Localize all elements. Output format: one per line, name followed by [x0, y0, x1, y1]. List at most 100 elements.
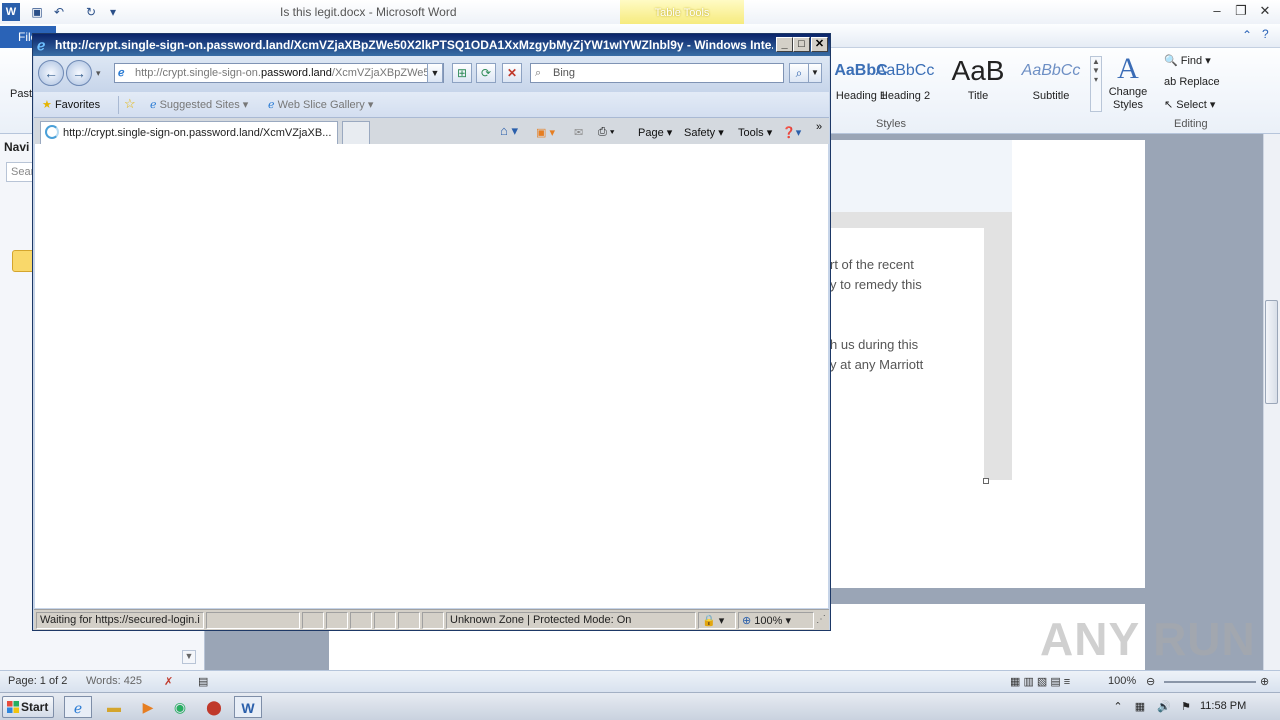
web-slice-gallery-link[interactable]: ℯ Web Slice Gallery ▾	[268, 98, 373, 111]
forward-button[interactable]: →	[66, 60, 92, 86]
suggested-sites-icon: ℯ	[150, 99, 157, 111]
favorites-star-icon: ★	[42, 99, 52, 111]
change-styles-label: Change Styles	[1108, 86, 1148, 111]
zoom-in-button[interactable]: ⊕	[1260, 675, 1269, 688]
address-bar[interactable]: ℯ http://crypt.single-sign-on.password.l…	[114, 63, 444, 83]
ie-tab-row: http://crypt.single-sign-on.password.lan…	[34, 118, 829, 144]
clock[interactable]: 11:58 PM	[1200, 700, 1246, 712]
style-subtitle[interactable]: AaBbCc Subtitle	[1014, 56, 1088, 108]
start-label: Start	[21, 700, 49, 714]
new-tab-button[interactable]	[342, 121, 370, 144]
add-to-favorites-icon[interactable]: ☆	[124, 96, 136, 112]
word-close-button[interactable]: ✕	[1254, 2, 1276, 20]
ie-page-content[interactable]	[35, 144, 828, 608]
style-heading-2[interactable]: AaBbCc Heading 2	[868, 56, 942, 108]
search-input[interactable]: ⌕ Bing	[530, 63, 784, 83]
doc-line-3: h us during this	[830, 337, 919, 352]
word-app-icon[interactable]: W	[2, 3, 20, 21]
word-count[interactable]: Words: 425	[86, 675, 142, 687]
word-titlebar: W ▣ ↶ ↻ ▾ Is this legit.docx - Microsoft…	[0, 0, 1280, 30]
back-button[interactable]: ←	[38, 60, 64, 86]
replace-label: Replace	[1179, 76, 1220, 88]
tools-menu[interactable]: Tools ▾	[738, 126, 772, 139]
more-commands-icon[interactable]: »	[816, 121, 822, 133]
page-menu-label: Page	[638, 127, 664, 139]
search-button[interactable]: ⌕	[789, 63, 809, 83]
doc-banner	[830, 140, 1012, 212]
nav-pane-title: Navi	[4, 140, 30, 154]
home-icon[interactable]: ⌂ ▾	[500, 123, 518, 139]
style-title[interactable]: AaB Title	[941, 56, 1015, 108]
ie-titlebar[interactable]: ℯ http://crypt.single-sign-on.password.l…	[33, 34, 830, 56]
select-button[interactable]: ↖ Select ▾	[1164, 98, 1215, 111]
undo-icon[interactable]: ↶	[50, 3, 68, 21]
protected-mode-icon[interactable]: 🔒 ▾	[698, 612, 736, 629]
favorites-label: Favorites	[54, 99, 101, 111]
word-taskbar-icon[interactable]: W	[234, 696, 262, 718]
ie-tab-active[interactable]: http://crypt.single-sign-on.password.lan…	[40, 121, 338, 144]
ribbon-collapse-icon[interactable]: ⌃	[1242, 28, 1252, 42]
styles-group-label: Styles	[876, 118, 906, 130]
anyrun-watermark: ANY RUN	[1040, 613, 1256, 665]
select-label: Select	[1176, 99, 1207, 111]
chrome-taskbar-icon[interactable]: ◉	[166, 696, 194, 718]
address-dropdown[interactable]: ▼	[427, 63, 443, 83]
help-icon[interactable]: ?	[1262, 27, 1269, 41]
media-player-taskbar-icon[interactable]: ▶	[134, 696, 162, 718]
ie-close-button[interactable]: ✕	[811, 37, 828, 52]
address-domain: password.land	[260, 67, 332, 79]
compatibility-view-button[interactable]: ⊞	[452, 63, 472, 83]
favorites-button[interactable]: ★ Favorites	[42, 98, 100, 111]
find-button[interactable]: 🔍 Find ▾	[1164, 54, 1211, 67]
status-cell	[326, 612, 348, 629]
mail-icon[interactable]: ✉	[574, 126, 583, 139]
table-resize-handle[interactable]	[983, 478, 989, 484]
view-buttons[interactable]: ▦ ▥ ▧ ▤ ≡	[1010, 675, 1070, 688]
zoom-control[interactable]: ⊕ 100% ▾	[738, 612, 814, 629]
save-icon[interactable]: ▣	[28, 3, 46, 21]
search-icon: ⌕	[535, 67, 542, 79]
zoom-level[interactable]: 100%	[1108, 675, 1136, 687]
windows-flag-icon	[7, 701, 19, 713]
opera-taskbar-icon[interactable]: ⬤	[200, 696, 228, 718]
feeds-icon[interactable]: ▣ ▾	[536, 126, 555, 139]
ie-maximize-button[interactable]: □	[793, 37, 810, 52]
zoom-out-button[interactable]: ⊖	[1146, 675, 1155, 688]
word-status-bar: Page: 1 of 2 Words: 425 ✗ ▤ ▦ ▥ ▧ ▤ ≡ 10…	[0, 670, 1280, 692]
security-zone[interactable]: Unknown Zone | Protected Mode: On	[446, 612, 696, 629]
web-slice-label: Web Slice Gallery	[277, 99, 365, 111]
safety-menu[interactable]: Safety ▾	[684, 126, 724, 139]
word-maximize-button[interactable]: ❐	[1230, 2, 1252, 20]
refresh-button[interactable]: ⟳	[476, 63, 496, 83]
vertical-scroll-thumb[interactable]	[1265, 300, 1278, 404]
style-sample: AaBbCc	[875, 62, 935, 79]
customize-qat-icon[interactable]: ▾	[104, 3, 122, 21]
help-menu-icon[interactable]: ❓▾	[782, 126, 801, 139]
resize-grip-icon[interactable]: ⋰	[816, 614, 826, 625]
start-button[interactable]: Start	[2, 696, 54, 718]
page-menu[interactable]: Page ▾	[638, 126, 672, 139]
explorer-taskbar-icon[interactable]: ▬	[100, 696, 128, 718]
search-options-button[interactable]: ▼	[808, 63, 822, 83]
macro-icon[interactable]: ▤	[198, 675, 208, 688]
favorites-bar: ★ Favorites ☆ ℯ Suggested Sites ▾ ℯ Web …	[34, 92, 829, 118]
recent-pages-icon[interactable]: ▾	[96, 68, 101, 79]
stop-button[interactable]: ✕	[502, 63, 522, 83]
proofing-icon[interactable]: ✗	[164, 675, 173, 688]
page-count[interactable]: Page: 1 of 2	[8, 675, 67, 687]
styles-scroll[interactable]: ▲ ▼ ▾	[1090, 56, 1102, 112]
suggested-sites-link[interactable]: ℯ Suggested Sites ▾	[150, 98, 248, 111]
replace-button[interactable]: ab Replace	[1164, 76, 1220, 88]
word-minimize-button[interactable]: –	[1206, 2, 1228, 20]
action-center-icon[interactable]: ⚑	[1172, 696, 1200, 718]
doc-line-1: rt of the recent	[830, 257, 914, 272]
zoom-icon: ⊕	[742, 615, 752, 627]
ie-minimize-button[interactable]: _	[776, 37, 793, 52]
zoom-slider[interactable]	[1164, 681, 1256, 683]
change-styles-button[interactable]: A Change Styles	[1106, 52, 1150, 116]
nav-scroll-down[interactable]: ▼	[182, 650, 196, 664]
print-icon[interactable]: ⎙ ▾	[598, 126, 614, 139]
redo-icon[interactable]: ↻	[82, 3, 100, 21]
ie-taskbar-icon[interactable]: ℯ	[64, 696, 92, 718]
status-cell	[374, 612, 396, 629]
